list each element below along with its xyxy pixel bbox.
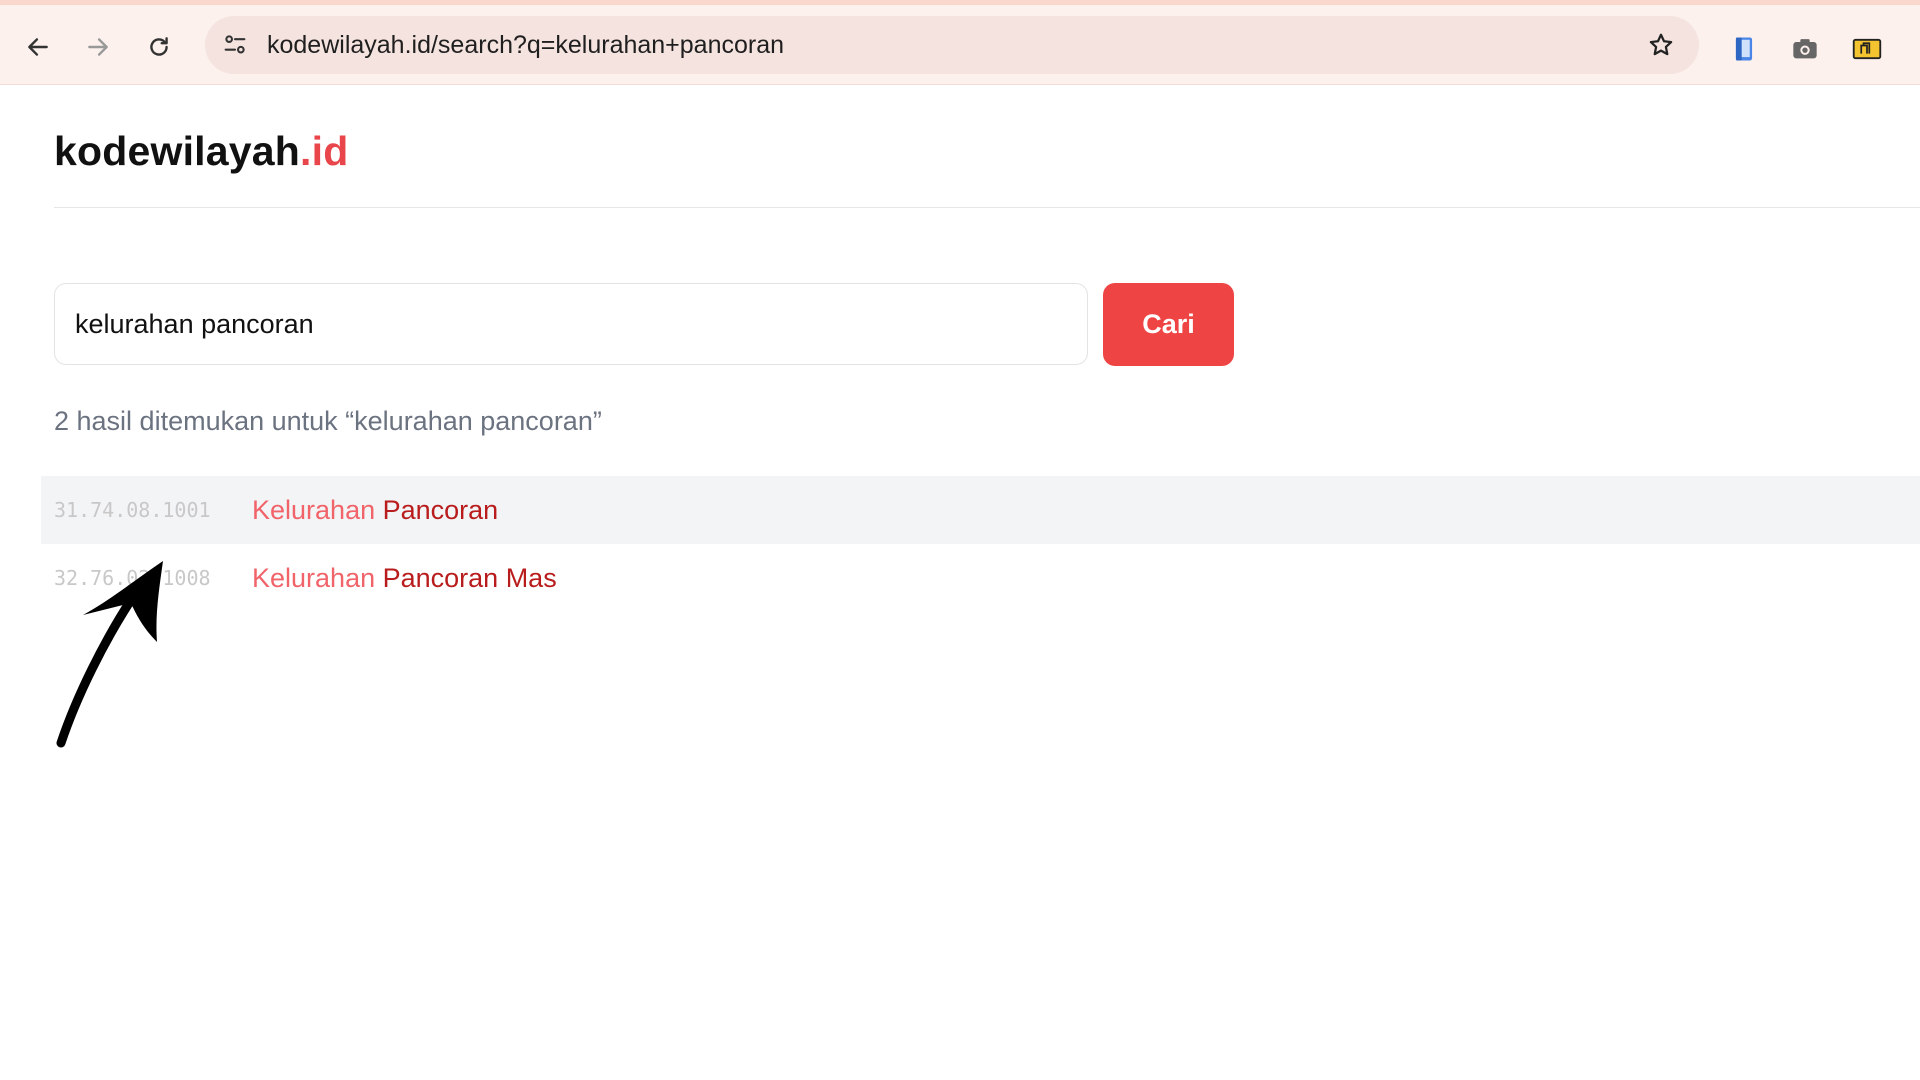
url-text[interactable]: kodewilayah.id/search?q=kelurahan+pancor… xyxy=(267,16,784,74)
site-logo[interactable]: kodewilayah.id xyxy=(54,128,348,175)
logo-tld: .id xyxy=(300,128,349,174)
site-info-icon xyxy=(224,35,246,54)
bookmark-button[interactable] xyxy=(1645,29,1677,61)
browser-toolbar: kodewilayah.id/search?q=kelurahan+pancor… xyxy=(0,5,1920,85)
camera-button[interactable] xyxy=(1788,32,1822,66)
search-input[interactable] xyxy=(54,283,1088,365)
result-name-match: Kelurahan xyxy=(252,562,376,593)
result-row[interactable]: 31.74.08.1001 Kelurahan Pancoran xyxy=(41,476,1920,544)
result-name-rest: Pancoran Mas xyxy=(375,562,557,593)
result-link[interactable]: Kelurahan Pancoran xyxy=(252,495,498,526)
extension-phone-button[interactable] xyxy=(1727,32,1761,66)
camera-icon xyxy=(1793,39,1817,59)
forward-button[interactable] xyxy=(80,29,116,65)
result-name-match: Kelurahan xyxy=(252,494,376,525)
logo-name: kodewilayah xyxy=(54,128,301,174)
results-list: 31.74.08.1001 Kelurahan Pancoran 32.76.0… xyxy=(41,476,1920,612)
result-name-rest: Pancoran xyxy=(375,494,499,525)
result-row[interactable]: 32.76.02.1008 Kelurahan Pancoran Mas xyxy=(41,544,1920,612)
extension-folder-button[interactable] xyxy=(1850,32,1884,66)
extension-phone-icon xyxy=(1735,37,1753,61)
result-link[interactable]: Kelurahan Pancoran Mas xyxy=(252,563,557,594)
result-summary: 2 hasil ditemukan untuk “kelurahan panco… xyxy=(54,406,602,436)
reload-button[interactable] xyxy=(141,29,177,65)
site-info-button[interactable] xyxy=(219,29,251,61)
address-bar[interactable]: kodewilayah.id/search?q=kelurahan+pancor… xyxy=(205,16,1699,74)
extension-folder-icon xyxy=(1852,38,1882,60)
forward-icon xyxy=(88,38,108,56)
back-icon xyxy=(28,38,48,56)
result-code: 31.74.08.1001 xyxy=(54,498,211,522)
bookmark-star-icon xyxy=(1649,33,1673,56)
reload-icon xyxy=(150,37,168,56)
site-header: kodewilayah.id xyxy=(54,128,348,175)
back-button[interactable] xyxy=(20,29,56,65)
search-button[interactable]: Cari xyxy=(1103,283,1234,366)
header-divider xyxy=(54,207,1920,208)
annotation-arrow-icon xyxy=(56,561,163,748)
